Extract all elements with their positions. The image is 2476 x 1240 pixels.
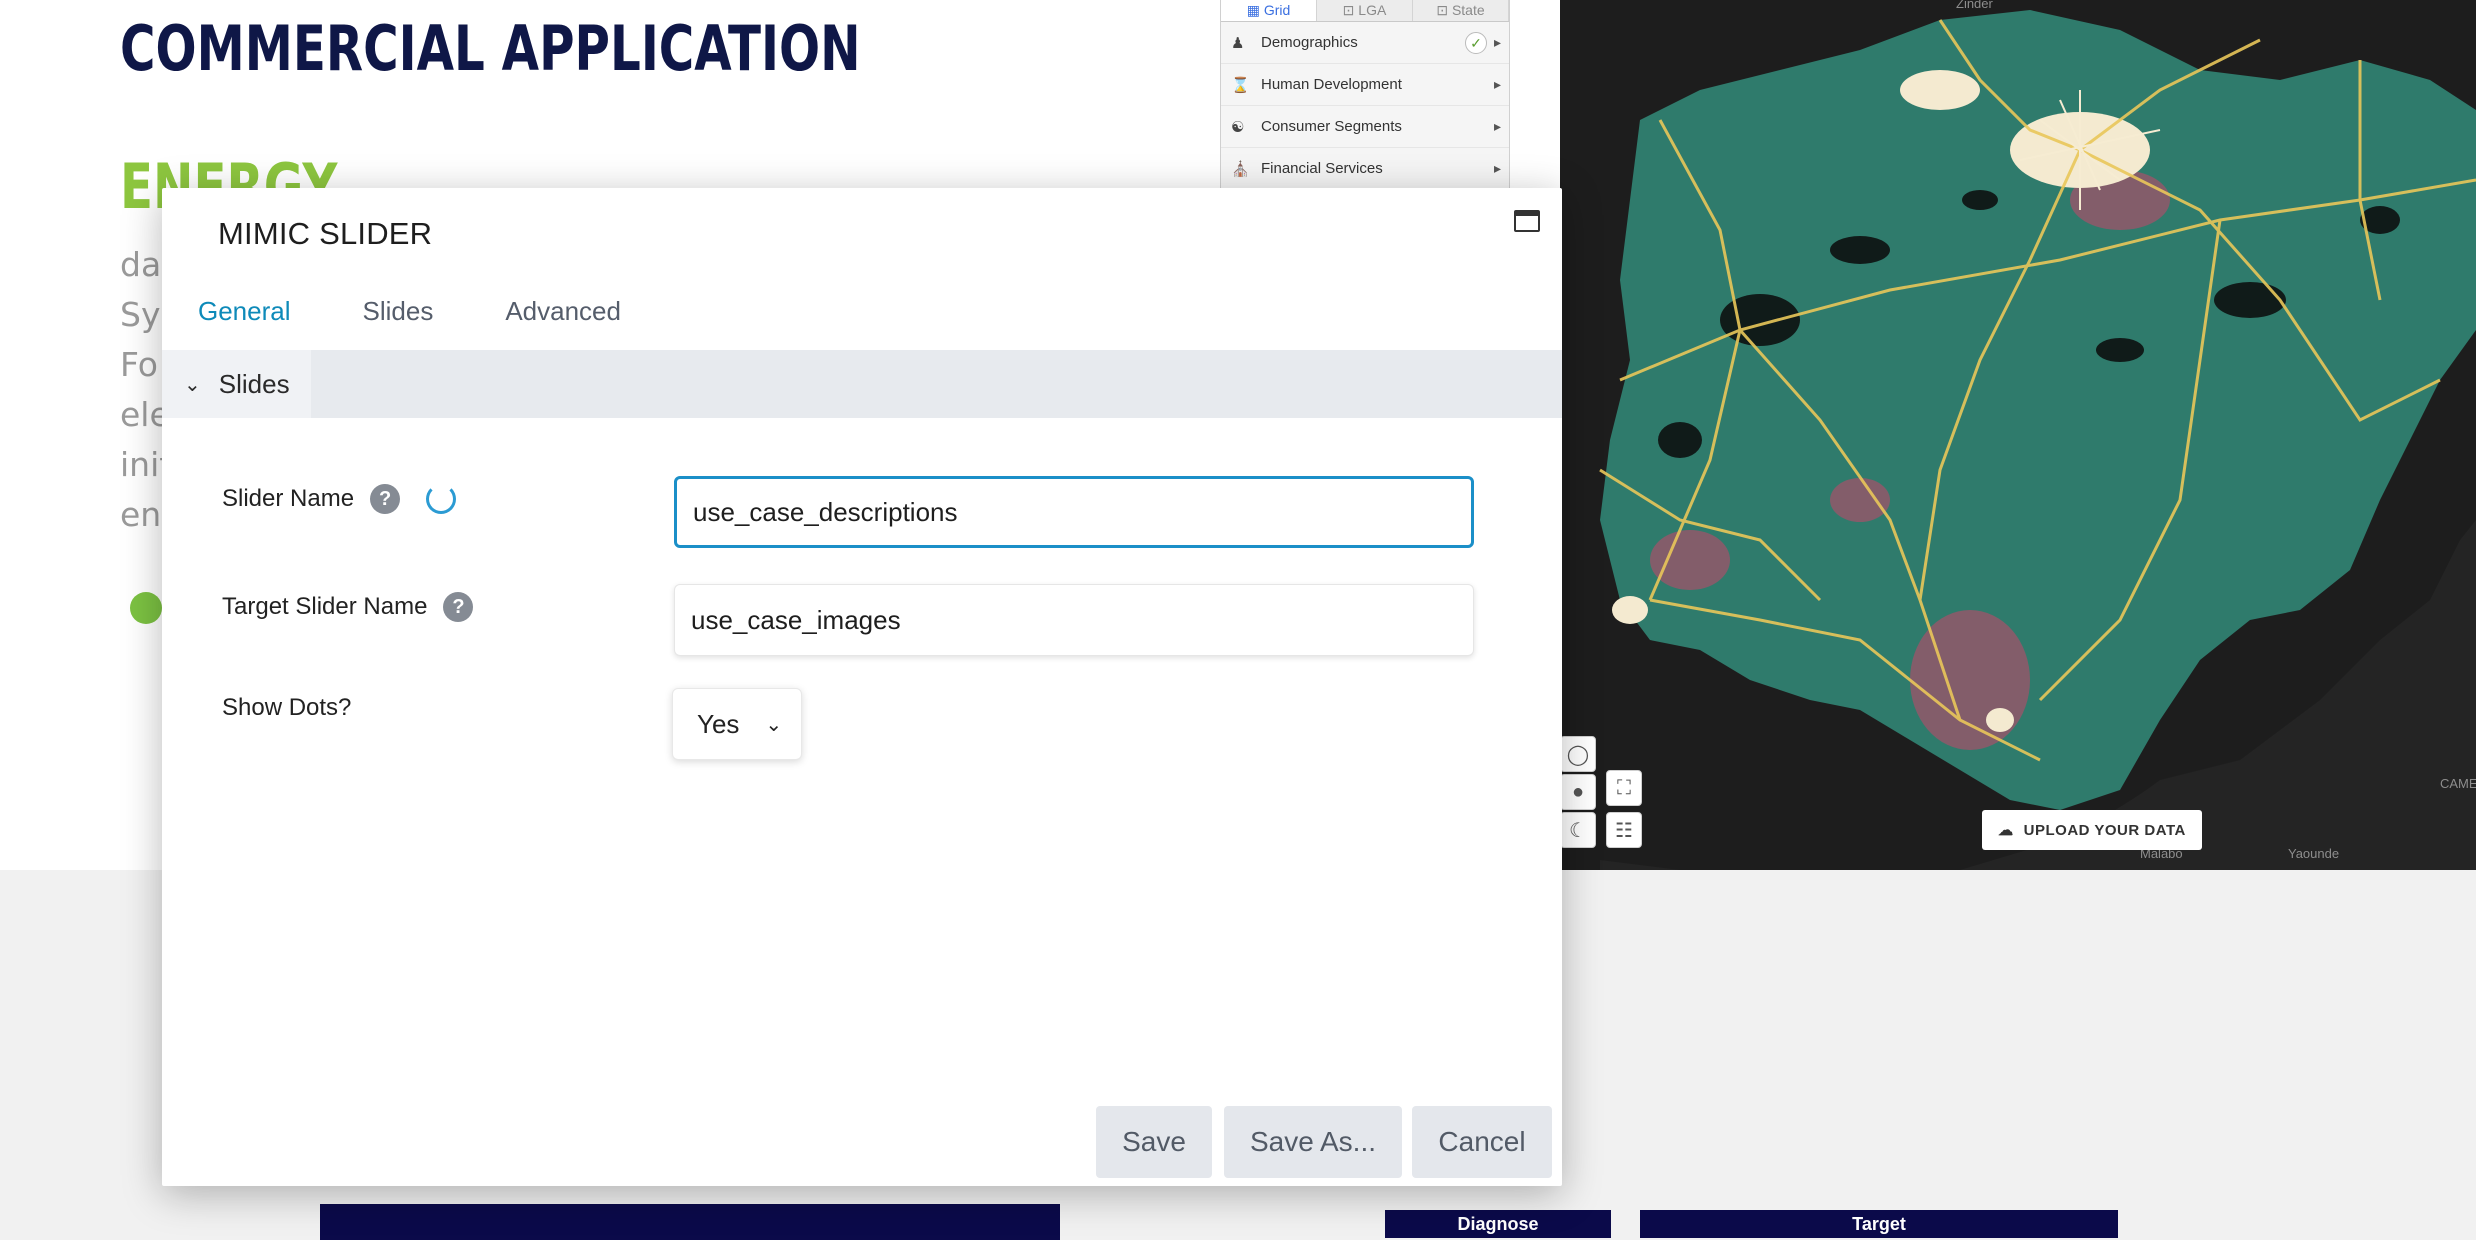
- show-dots-select[interactable]: Yes ⌄: [672, 688, 802, 760]
- chevron-right-icon: ▸: [1493, 76, 1501, 92]
- fullscreen-icon[interactable]: ⛶: [1606, 770, 1642, 806]
- layer-item-label: Demographics: [1261, 34, 1358, 51]
- layer-item-financial-services[interactable]: ⛪ Financial Services ▸: [1221, 148, 1509, 190]
- map-place-label: Yaounde: [2288, 846, 2340, 861]
- target-label: Target: [1640, 1210, 2118, 1238]
- map-graphic: [1560, 0, 2476, 870]
- person-icon: ♟: [1231, 34, 1245, 52]
- layer-item-demographics[interactable]: ♟ Demographics ✓ ▸: [1221, 22, 1509, 64]
- map-place-label: CAME: [2440, 776, 2476, 791]
- dark-mode-moon-icon[interactable]: ☾: [1560, 812, 1596, 848]
- layer-tabs: ▦ Grid ⊡ LGA ⊡ State: [1221, 0, 1509, 22]
- tab-advanced[interactable]: Advanced: [505, 296, 621, 327]
- cancel-button[interactable]: Cancel: [1412, 1106, 1552, 1178]
- maximize-icon[interactable]: [1514, 210, 1540, 232]
- layer-panel: ▦ Grid ⊡ LGA ⊡ State ♟ Demographics ✓ ▸ …: [1220, 0, 1510, 190]
- show-dots-value: Yes: [697, 708, 740, 739]
- mimic-slider-dialog: MIMIC SLIDER General Slides Advanced ⌄ S…: [162, 188, 1562, 1186]
- layer-tab-lga[interactable]: ⊡ LGA: [1317, 0, 1413, 21]
- save-as-button[interactable]: Save As...: [1224, 1106, 1402, 1178]
- diagnose-label: Diagnose: [1385, 1210, 1611, 1238]
- layer-item-consumer-segments[interactable]: ☯ Consumer Segments ▸: [1221, 106, 1509, 148]
- show-dots-label-row: Show Dots?: [222, 694, 351, 722]
- help-icon[interactable]: ?: [370, 484, 401, 514]
- upload-data-button[interactable]: ☁ UPLOAD YOUR DATA: [1982, 810, 2202, 850]
- layer-item-label: Financial Services: [1261, 160, 1383, 177]
- help-icon[interactable]: ?: [443, 592, 474, 622]
- show-dots-label: Show Dots?: [222, 694, 352, 721]
- layer-item-label: Human Development: [1261, 76, 1402, 93]
- bottom-dark-block: [320, 1204, 1060, 1240]
- map-place-label: Zinder: [1956, 0, 1993, 11]
- chevron-down-icon: ⌄: [765, 713, 783, 736]
- section-toggle-slides[interactable]: ⌄ Slides: [162, 350, 311, 418]
- chevron-right-icon: ▸: [1493, 160, 1501, 176]
- loading-spinner-icon: [426, 484, 457, 514]
- slider-name-input[interactable]: [674, 476, 1474, 548]
- section-label: Slides: [218, 368, 290, 399]
- world-icon[interactable]: ●: [1560, 774, 1596, 810]
- page-heading: COMMERCIAL APPLICATION: [120, 12, 861, 85]
- users-icon: ☯: [1231, 118, 1245, 136]
- dialog-title: MIMIC SLIDER: [218, 216, 433, 251]
- target-slider-name-input[interactable]: [674, 584, 1474, 656]
- target-slider-name-label-row: Target Slider Name ?: [222, 592, 474, 622]
- save-button[interactable]: Save: [1096, 1106, 1212, 1178]
- slider-name-label-row: Slider Name ?: [222, 484, 457, 514]
- chevron-right-icon: ▸: [1493, 34, 1501, 50]
- basemap-globe-icon[interactable]: ◯: [1560, 736, 1596, 772]
- target-slider-name-label: Target Slider Name: [222, 593, 428, 620]
- tab-slides[interactable]: Slides: [363, 296, 434, 327]
- network-icon[interactable]: ☷: [1606, 812, 1642, 848]
- dialog-tabs: General Slides Advanced: [198, 296, 693, 327]
- tab-general[interactable]: General: [198, 296, 291, 327]
- layer-item-label: Consumer Segments: [1261, 118, 1402, 135]
- bank-icon: ⛪: [1231, 160, 1250, 178]
- chevron-down-icon: ⌄: [184, 373, 201, 396]
- layer-tab-state[interactable]: ⊡ State: [1413, 0, 1509, 21]
- slider-name-label: Slider Name: [222, 485, 355, 512]
- section-header: ⌄ Slides: [162, 350, 1562, 418]
- chevron-right-icon: ▸: [1493, 118, 1501, 134]
- layer-tab-grid[interactable]: ▦ Grid: [1221, 0, 1317, 21]
- hourglass-icon: ⌛: [1231, 76, 1250, 94]
- check-icon: ✓: [1465, 31, 1487, 54]
- map-panel[interactable]: Zinder Malabo Yaounde CAME ◯ ● ☾ ⛶ ☷: [1560, 0, 2476, 870]
- cloud-upload-icon: ☁: [1998, 822, 2014, 839]
- layer-item-human-development[interactable]: ⌛ Human Development ▸: [1221, 64, 1509, 106]
- slider-dot[interactable]: [130, 592, 162, 624]
- upload-data-label: UPLOAD YOUR DATA: [2023, 821, 2186, 839]
